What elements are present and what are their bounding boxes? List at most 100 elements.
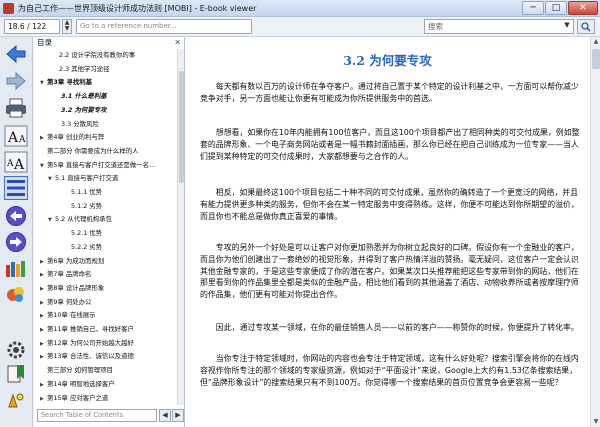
toc-item[interactable]: ▶ 第9章 何处办公 xyxy=(40,296,91,308)
toc-item[interactable]: 5.2.1 优势 xyxy=(64,227,102,239)
toc-item[interactable]: ▶ 第10章 在线展示 xyxy=(40,309,96,321)
collapsed-arrow-icon[interactable]: ▶ xyxy=(40,338,47,350)
toc-item[interactable]: 3.3 分散风险 xyxy=(54,118,99,130)
maximize-button[interactable]: □ xyxy=(545,0,567,15)
left-toolbar: A A A A xyxy=(0,37,33,427)
toc-item[interactable]: 2.3 其他学习途径 xyxy=(52,63,110,75)
search-input[interactable]: 搜索 xyxy=(424,19,574,34)
forward-button[interactable] xyxy=(3,68,29,94)
toc-item-label: 3.2 为何要专攻 xyxy=(61,105,107,114)
toc-scrollbar[interactable] xyxy=(177,49,184,405)
toc-item[interactable]: ▼ 5.1 直接与客户打交道 xyxy=(48,172,118,184)
previous-page-button[interactable] xyxy=(3,203,29,229)
preferences-icon xyxy=(7,287,24,302)
toc-item[interactable]: 2.2 设计学院没有教你的事 xyxy=(52,49,135,61)
print-button[interactable] xyxy=(3,95,29,121)
toc-item[interactable]: ▶ 第8章 设计品牌形象 xyxy=(40,282,104,294)
toc-search-prev-button[interactable]: ◀ xyxy=(159,409,171,422)
collapsed-arrow-icon[interactable]: ▶ xyxy=(40,269,47,281)
toc-item-label: 第13章 合法性、诚信以及道德 xyxy=(47,352,134,361)
toc-item-label: 第7章 品牌命名 xyxy=(47,270,92,279)
gear-icon xyxy=(7,341,25,359)
toc-item[interactable]: ▶ 第15章 应对客户之道 xyxy=(40,392,108,404)
back-button[interactable] xyxy=(3,41,29,67)
svg-text:A: A xyxy=(7,130,19,146)
scroll-up-icon[interactable]: ▲ xyxy=(592,38,600,46)
paragraph-1: 每天都有数以百万的设计师在争夺客户。通过将自己置于某个特定的设计利基之中，一方面… xyxy=(200,82,579,103)
toc-item[interactable]: 第三部分 如何管理项目 xyxy=(40,364,113,376)
toc-item-label: 第10章 在线展示 xyxy=(47,311,96,320)
collapsed-arrow-icon[interactable]: ▶ xyxy=(40,379,47,391)
toc-item-label: 5.2.2 劣势 xyxy=(71,242,103,251)
window-controls: ─ □ ✕ xyxy=(521,0,598,16)
collapsed-arrow-icon[interactable]: ▶ xyxy=(40,132,47,144)
window-title: 为自己工作——世界顶级设计师成功法则 [MOBI] - E-book viewe… xyxy=(18,3,257,13)
toc-scroll-thumb[interactable] xyxy=(179,71,184,183)
search-button[interactable] xyxy=(577,19,595,34)
fullscreen-button[interactable] xyxy=(3,387,29,413)
toc-item-label: 第14章 明智地选择客户 xyxy=(47,379,115,388)
toc-item-label: 第15章 应对客户之道 xyxy=(47,393,109,402)
toc-toggle-button[interactable] xyxy=(3,175,29,201)
collapsed-arrow-icon[interactable]: ▶ xyxy=(40,283,47,295)
toc-item[interactable]: 第二部分 你需要成为什么样的人 xyxy=(40,145,139,157)
font-smaller-button[interactable]: A A xyxy=(3,149,29,175)
toc-header: 目录 xyxy=(37,38,52,47)
toc-item[interactable]: ▶ 第6章 为成功而规划 xyxy=(40,255,104,267)
font-smaller-icon: A A xyxy=(4,151,28,173)
toc-search-input[interactable]: Search Table of Contents xyxy=(37,409,157,422)
previous-page-icon xyxy=(6,206,26,226)
toc-item[interactable]: ▶ 第14章 明智地选择客户 xyxy=(40,378,115,390)
expanded-arrow-icon[interactable]: ▼ xyxy=(40,160,47,172)
back-arrow-icon xyxy=(6,44,26,64)
close-button[interactable]: ✕ xyxy=(568,0,598,15)
toc-search-next-button[interactable]: ▶ xyxy=(172,409,184,422)
toc-item[interactable]: ▶ 第11章 推销自己，寻找好客户 xyxy=(40,323,134,335)
collapsed-arrow-icon[interactable]: ▶ xyxy=(40,324,47,336)
toc-item[interactable]: ▼ 第3章 寻找利基 xyxy=(40,76,92,88)
expanded-arrow-icon[interactable]: ▼ xyxy=(48,214,55,226)
reference-input[interactable]: Go to a reference number... xyxy=(76,19,252,34)
toc-item[interactable]: ▶ 第13章 合法性、诚信以及道德 xyxy=(40,350,134,362)
toc-item-label: 第6章 为成功而规划 xyxy=(47,256,105,265)
toc-item[interactable]: ▼ 第5章 直接与客户打交道还是做一名… xyxy=(40,159,155,171)
toc-item[interactable]: ▶ 第7章 品牌命名 xyxy=(40,268,91,280)
reader-scroll-thumb[interactable] xyxy=(592,49,600,69)
next-page-button[interactable] xyxy=(3,229,29,255)
collapsed-arrow-icon[interactable]: ▶ xyxy=(40,297,47,309)
library-button[interactable] xyxy=(3,255,29,281)
toc-item[interactable]: ▶ 第12章 为何公司开始越大越好 xyxy=(40,337,134,349)
collapsed-arrow-icon[interactable]: ▶ xyxy=(40,351,47,363)
collapsed-arrow-icon[interactable]: ▶ xyxy=(40,393,47,405)
toc-item[interactable]: 5.1.2 劣势 xyxy=(64,200,102,212)
toc-item[interactable]: ▼ 5.2 从代理机构承包 xyxy=(48,213,112,225)
toc-item-label: 第9章 何处办公 xyxy=(47,297,92,306)
toc-item[interactable]: 5.2.2 劣势 xyxy=(64,241,102,253)
collapsed-arrow-icon[interactable]: ▶ xyxy=(40,256,47,268)
expanded-arrow-icon[interactable]: ▼ xyxy=(40,77,47,89)
minimize-button[interactable]: ─ xyxy=(522,0,544,15)
toc-item-label: 第二部分 你需要成为什么样的人 xyxy=(47,146,139,155)
reader-scrollbar[interactable]: ▲ ▼ xyxy=(590,37,600,427)
bookmark-button[interactable] xyxy=(3,361,29,387)
toc-item[interactable]: ▶ 第4章 创业的利与弊 xyxy=(40,131,104,143)
font-larger-icon: A A xyxy=(4,125,28,147)
toc-item-label: 5.2.1 优势 xyxy=(71,229,103,238)
toc-item[interactable]: 3.2 为何要专攻 xyxy=(54,104,107,116)
position-spinner[interactable]: ▲ ▼ xyxy=(62,19,72,34)
settings-button[interactable] xyxy=(3,337,29,363)
expanded-arrow-icon[interactable]: ▼ xyxy=(48,173,55,185)
position-input[interactable]: 18.6 / 122 xyxy=(4,19,60,34)
collapsed-arrow-icon[interactable]: ▶ xyxy=(40,310,47,322)
toc-item-label: 第三部分 如何管理项目 xyxy=(47,366,113,375)
printer-icon xyxy=(6,98,26,118)
toc-close-icon[interactable]: ✕ xyxy=(174,38,181,47)
preferences-button[interactable] xyxy=(3,281,29,307)
toc-item-label: 第11章 推销自己，寻找好客户 xyxy=(47,325,134,333)
search-dropdown-icon[interactable]: ▼ xyxy=(560,19,574,34)
font-larger-button[interactable]: A A xyxy=(3,123,29,149)
toc-item[interactable]: 5.1.1 优势 xyxy=(64,186,102,198)
fullscreen-icon xyxy=(8,393,24,408)
toc-item[interactable]: 3.1 什么是利基 xyxy=(54,90,107,102)
scroll-down-icon[interactable]: ▼ xyxy=(592,418,600,426)
